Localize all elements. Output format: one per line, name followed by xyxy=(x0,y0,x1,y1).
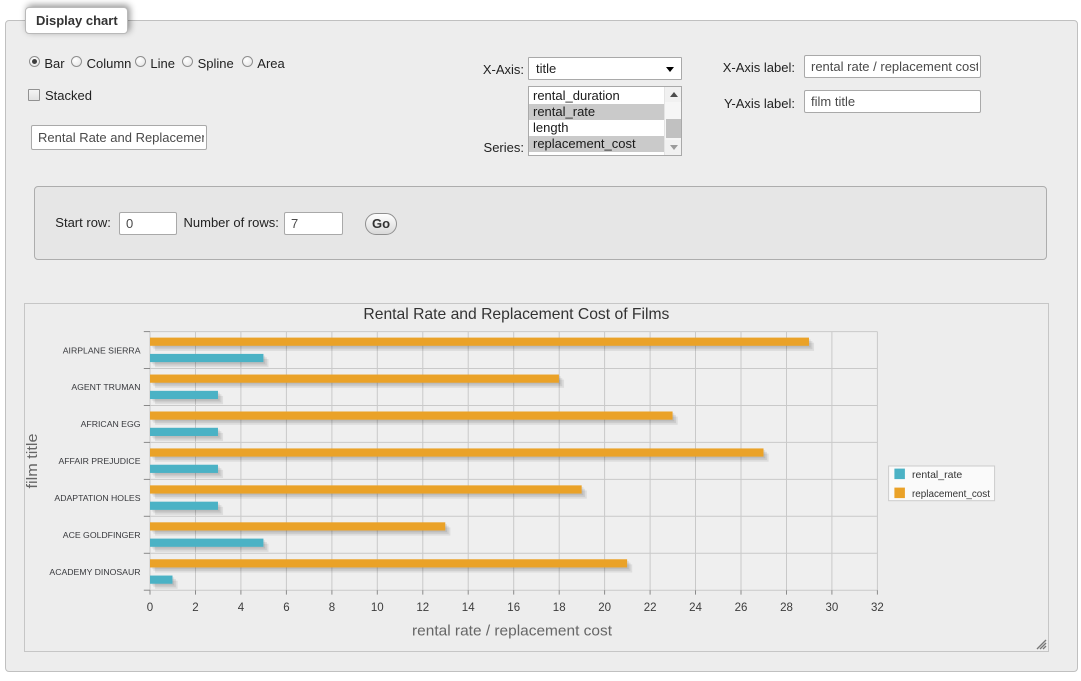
svg-text:30: 30 xyxy=(826,602,839,614)
svg-text:10: 10 xyxy=(371,602,384,614)
svg-text:4: 4 xyxy=(238,602,245,614)
svg-text:32: 32 xyxy=(871,602,884,614)
svg-text:replacement_cost: replacement_cost xyxy=(912,488,990,500)
svg-text:ACE GOLDFINGER: ACE GOLDFINGER xyxy=(63,530,141,540)
svg-text:2: 2 xyxy=(192,602,198,614)
svg-text:18: 18 xyxy=(553,602,566,614)
svg-text:AFFAIR PREJUDICE: AFFAIR PREJUDICE xyxy=(58,456,140,466)
svg-text:6: 6 xyxy=(283,602,289,614)
svg-text:28: 28 xyxy=(780,602,793,614)
svg-text:0: 0 xyxy=(147,602,153,614)
svg-text:rental rate / replacement cost: rental rate / replacement cost xyxy=(412,623,613,640)
svg-text:20: 20 xyxy=(598,602,611,614)
svg-text:16: 16 xyxy=(507,602,520,614)
svg-text:14: 14 xyxy=(462,602,475,614)
svg-text:AGENT TRUMAN: AGENT TRUMAN xyxy=(71,382,140,392)
svg-text:26: 26 xyxy=(735,602,748,614)
svg-text:Rental Rate and Replacement Co: Rental Rate and Replacement Cost of Film… xyxy=(363,306,669,323)
svg-text:12: 12 xyxy=(416,602,429,614)
svg-text:AFRICAN EGG: AFRICAN EGG xyxy=(81,419,141,429)
svg-text:22: 22 xyxy=(644,602,657,614)
svg-text:ADAPTATION HOLES: ADAPTATION HOLES xyxy=(54,493,140,503)
svg-text:8: 8 xyxy=(329,602,335,614)
svg-text:AIRPLANE SIERRA: AIRPLANE SIERRA xyxy=(63,345,141,355)
svg-text:ACADEMY DINOSAUR: ACADEMY DINOSAUR xyxy=(49,567,140,577)
svg-text:rental_rate: rental_rate xyxy=(912,469,962,481)
svg-text:24: 24 xyxy=(689,602,702,614)
svg-text:film title: film title xyxy=(24,434,41,489)
